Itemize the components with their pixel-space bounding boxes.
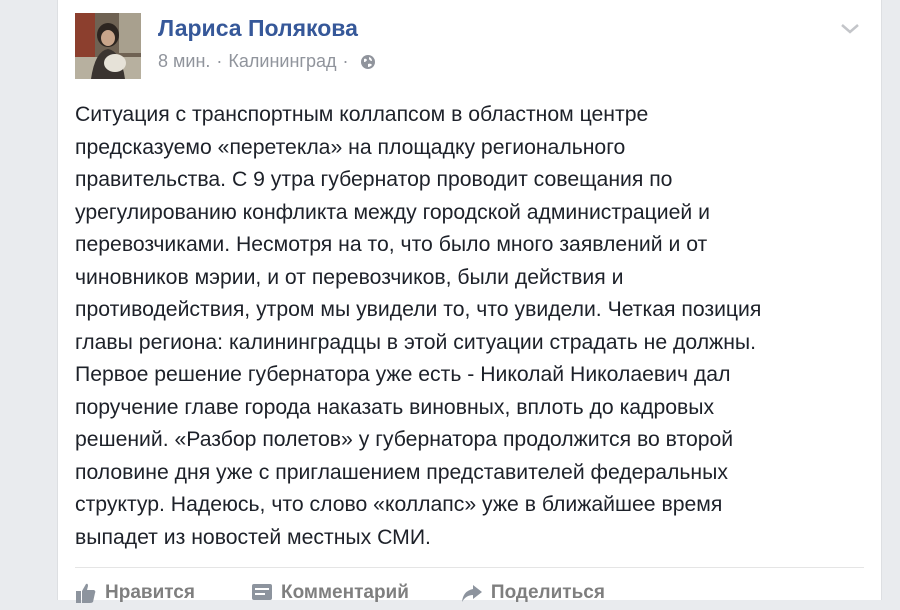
post-text-line: главы региона: калининградцы в этой ситу… [75, 330, 757, 354]
share-icon [461, 582, 483, 604]
comment-button[interactable]: Комментарий [251, 582, 409, 604]
post-text-line: урегулированию конфликта между городской… [75, 200, 710, 224]
post-card: Лариса Полякова 8 мин. · Калининград · С… [57, 0, 882, 603]
post-text-line: Ситуация с транспортным коллапсом в обла… [75, 103, 649, 126]
like-label: Нравится [105, 582, 195, 603]
like-button[interactable]: Нравится [75, 582, 195, 604]
post-header: Лариса Полякова 8 мин. · Калининград · [75, 13, 865, 79]
post-text-line: противодействия, утром мы увидели то, чт… [75, 298, 762, 321]
post-location[interactable]: Калининград [228, 51, 336, 72]
post-text-line: решений. «Разбор полетов» у губернатора … [75, 428, 734, 451]
share-label: Поделиться [490, 582, 605, 603]
comment-label: Комментарий [280, 582, 409, 603]
post-text-line: предсказуемо «перетекла» на площадку рег… [75, 135, 626, 159]
post-time[interactable]: 8 мин. [158, 51, 210, 72]
post-text-line: чиновников мэрии, и от перевозчиков, был… [75, 265, 624, 289]
actions-divider [75, 567, 864, 568]
author-name[interactable]: Лариса Полякова [158, 15, 358, 42]
post-text: Ситуация с транспортным коллапсом в обла… [75, 99, 865, 554]
post-meta: 8 мин. · Калининград · [158, 51, 376, 72]
meta-separator: · [342, 51, 349, 71]
post-text-line: выпадет из новостей местных СМИ. [75, 525, 431, 549]
avatar[interactable] [75, 13, 141, 79]
globe-icon[interactable] [360, 54, 376, 70]
chevron-down-icon[interactable] [839, 21, 861, 37]
thumbs-up-icon [75, 582, 97, 604]
share-button[interactable]: Поделиться [461, 582, 605, 604]
post-text-line: Первое решение губернатора уже есть - Ни… [75, 363, 731, 386]
post-text-line: структур. Надеюсь, что слово «коллапс» у… [75, 493, 723, 516]
post-text-line: поручение главе города наказать виновных… [75, 395, 715, 419]
meta-separator: · [216, 51, 223, 71]
comment-icon [251, 582, 273, 604]
post-text-line: половине дня уже с приглашением представ… [75, 460, 728, 484]
post-text-line: правительства. С 9 утра губернатор прово… [75, 168, 673, 191]
post-text-line: перевозчиками. Несмотря на то, что было … [75, 233, 708, 256]
post-actions: Нравится Комментарий Поделиться [75, 578, 605, 608]
